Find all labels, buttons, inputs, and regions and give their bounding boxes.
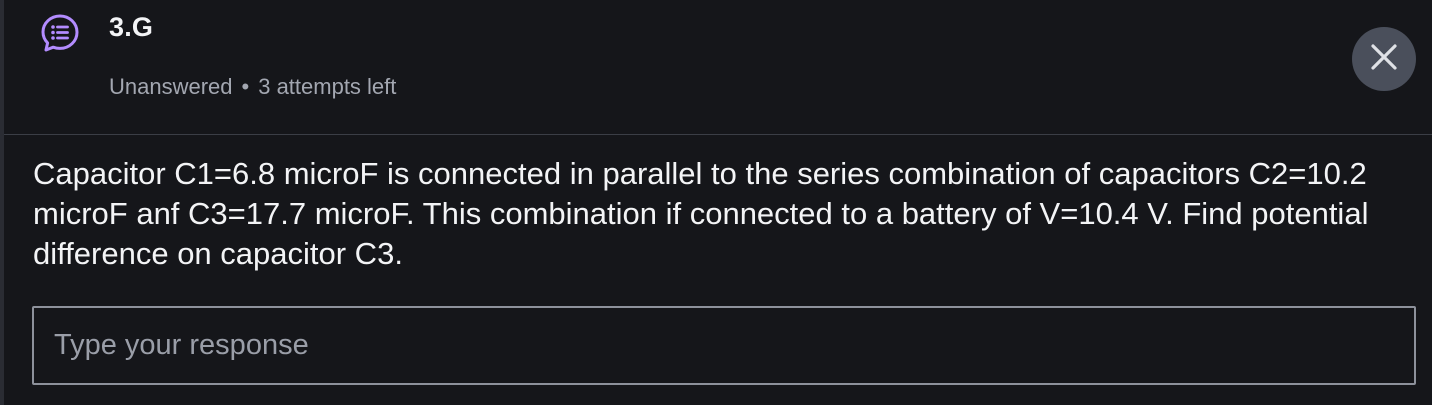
question-panel: 3.G Unanswered • 3 attempts left Capacitor… <box>0 0 1432 405</box>
response-input[interactable] <box>32 306 1416 385</box>
attempts-left: 3 attempts left <box>258 74 397 99</box>
chat-list-icon <box>40 13 80 53</box>
question-status: Unanswered • 3 attempts left <box>109 74 396 100</box>
question-text: Capacitor C1=6.8 microF is connected in … <box>33 156 1369 271</box>
question-header: 3.G Unanswered • 3 attempts left <box>4 0 1432 134</box>
answer-status: Unanswered <box>109 74 233 99</box>
close-button[interactable] <box>1352 27 1416 91</box>
header-divider <box>4 134 1432 135</box>
question-title: 3.G <box>109 12 154 42</box>
close-icon <box>1369 42 1399 77</box>
status-separator: • <box>241 74 250 99</box>
